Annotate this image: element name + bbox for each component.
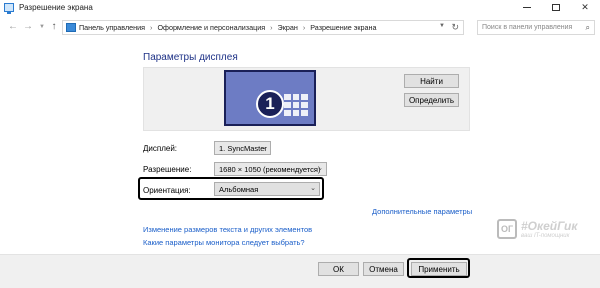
minimize-button[interactable] [514, 0, 540, 14]
ok-button[interactable]: ОК [318, 262, 359, 276]
search-placeholder: Поиск в панели управления [482, 24, 573, 31]
apply-highlight-frame [407, 258, 470, 278]
find-button[interactable]: Найти [404, 74, 459, 88]
search-input[interactable]: Поиск в панели управления ⌕ [477, 20, 595, 35]
minimize-icon [523, 6, 531, 8]
watermark-subtitle: ваш IT-помощник [521, 233, 570, 239]
text-size-link[interactable]: Изменение размеров текста и других элеме… [143, 225, 312, 234]
breadcrumb-separator: › [270, 23, 273, 32]
desktop-grid-icon [284, 94, 308, 116]
display-label: Дисплей: [143, 144, 178, 153]
display-select[interactable]: 1. SyncMaster ⌄ [214, 141, 271, 155]
breadcrumb-appearance[interactable]: Оформление и персонализация [157, 23, 265, 32]
back-arrow-icon[interactable]: ← [7, 20, 19, 34]
breadcrumb-separator: › [150, 23, 153, 32]
breadcrumb-control-panel[interactable]: Панель управления [79, 23, 145, 32]
resolution-select[interactable]: 1680 × 1050 (рекомендуется) ⌄ [214, 162, 327, 176]
advanced-settings-link[interactable]: Дополнительные параметры [372, 207, 472, 216]
watermark-badge: ОГ [497, 219, 517, 239]
monitor-help-link[interactable]: Какие параметры монитора следует выбрать… [143, 238, 305, 247]
window-title: Разрешение экрана [19, 3, 93, 12]
close-button[interactable]: ✕ [572, 0, 598, 14]
dialog-footer [0, 254, 600, 288]
monitor-1-tile[interactable]: 1 [224, 70, 316, 126]
monitor-app-icon [4, 3, 14, 14]
breadcrumb-display[interactable]: Экран [278, 23, 298, 32]
address-dropdown-icon[interactable]: ▼ [439, 23, 445, 29]
breadcrumb-screen-resolution[interactable]: Разрешение экрана [310, 23, 376, 32]
up-arrow-icon[interactable]: ↑ [48, 20, 60, 34]
cancel-button[interactable]: Отмена [363, 262, 404, 276]
orientation-highlight-frame [138, 177, 324, 200]
watermark-name: #ОкейГик [521, 219, 578, 233]
chevron-down-icon: ⌄ [261, 144, 267, 151]
watermark-logo: ОГ #ОкейГик ваш IT-помощник [497, 219, 593, 243]
address-bar[interactable]: Панель управления › Оформление и персона… [62, 20, 464, 35]
title-bar: Разрешение экрана ✕ [0, 0, 600, 16]
maximize-button[interactable] [543, 0, 569, 14]
close-icon: ✕ [581, 1, 589, 12]
refresh-icon[interactable]: ↻ [451, 22, 459, 33]
identify-button[interactable]: Определить [404, 93, 459, 107]
breadcrumb-separator: › [302, 23, 306, 32]
chevron-down-icon: ⌄ [317, 165, 323, 172]
control-panel-icon [66, 23, 76, 32]
resolution-label: Разрешение: [143, 165, 192, 174]
display-select-value: 1. SyncMaster [219, 143, 267, 153]
search-icon: ⌕ [585, 23, 590, 32]
recent-locations-chevron-icon[interactable]: ▼ [36, 20, 48, 34]
page-title: Параметры дисплея [143, 52, 238, 63]
forward-arrow-icon[interactable]: → [22, 20, 34, 34]
maximize-icon [552, 3, 560, 11]
resolution-select-value: 1680 × 1050 (рекомендуется) [219, 164, 321, 174]
monitor-number-badge: 1 [256, 90, 284, 118]
